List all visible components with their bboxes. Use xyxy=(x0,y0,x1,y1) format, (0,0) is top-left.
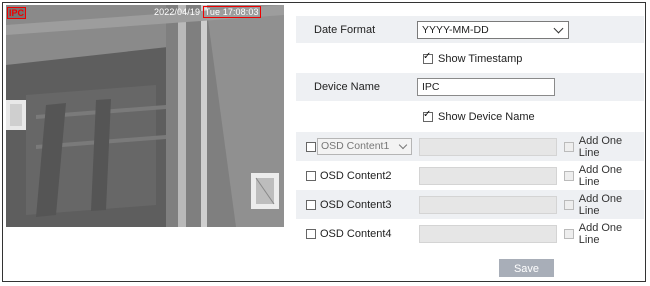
osd-content4-add-line: Add One Line xyxy=(564,222,644,246)
osd-content1-select[interactable]: OSD Content1 xyxy=(317,138,412,155)
osd-content2-row: OSD Content2 Add One Line xyxy=(296,161,644,190)
osd-content1-input xyxy=(419,137,557,156)
osd-content3-input xyxy=(419,195,557,214)
show-timestamp-control[interactable]: Show Timestamp xyxy=(423,51,523,65)
add-one-line-checkbox xyxy=(564,229,574,239)
add-one-line-label: Add One Line xyxy=(578,163,623,188)
osd-date: 2022/04/19 xyxy=(154,7,201,17)
add-one-line-checkbox xyxy=(564,199,574,210)
show-timestamp-label: Show Timestamp xyxy=(438,52,523,65)
add-one-line-label: Add One Line xyxy=(578,222,623,246)
show-device-name-row: Show Device Name xyxy=(296,103,644,131)
show-device-name-checkbox[interactable] xyxy=(423,109,433,122)
osd-content4-row: OSD Content4 Add One Line xyxy=(296,219,644,249)
osd-content4-input xyxy=(419,225,557,243)
osd-content2-label: OSD Content2 xyxy=(320,169,392,182)
save-button[interactable]: Save xyxy=(499,259,554,277)
osd-content2-checkbox[interactable] xyxy=(306,170,316,181)
add-one-line-checkbox xyxy=(564,141,574,152)
osd-content3-add-line: Add One Line xyxy=(564,193,644,217)
osd-content1-row: OSD Content1 Add One Line xyxy=(296,132,644,161)
date-format-row: Date Format YYYY-MM-DD xyxy=(296,16,644,43)
osd-content1-checkbox[interactable] xyxy=(306,141,316,152)
osd-content2-add-line: Add One Line xyxy=(564,164,644,188)
show-timestamp-checkbox[interactable] xyxy=(423,51,433,64)
show-device-name-control[interactable]: Show Device Name xyxy=(423,109,535,123)
osd-content1-label: OSD Content1 xyxy=(321,140,390,152)
osd-content4-checkbox[interactable] xyxy=(306,229,316,239)
osd-content3-label: OSD Content3 xyxy=(320,198,392,211)
chevron-down-icon xyxy=(553,23,564,33)
osd-time-box: Tue 17:08:03 xyxy=(202,6,261,18)
osd-device-name: IPC xyxy=(7,7,27,19)
device-name-row: Device Name IPC xyxy=(296,73,644,101)
show-timestamp-row: Show Timestamp xyxy=(296,45,644,72)
date-format-value: YYYY-MM-DD xyxy=(422,23,489,36)
osd-content2-input xyxy=(419,166,557,185)
osd-content1-add-line: Add One Line xyxy=(564,135,644,159)
osd-content3-row: OSD Content3 Add One Line xyxy=(296,190,644,219)
date-format-label: Date Format xyxy=(314,23,376,36)
osd-content3-checkbox[interactable] xyxy=(306,199,316,210)
device-name-input[interactable]: IPC xyxy=(417,78,555,96)
osd-timestamp: 2022/04/19 Tue 17:08:03 xyxy=(154,6,261,18)
chevron-down-icon xyxy=(398,140,408,150)
date-format-select[interactable]: YYYY-MM-DD xyxy=(417,20,569,39)
show-device-name-label: Show Device Name xyxy=(438,111,535,123)
add-one-line-checkbox xyxy=(564,170,574,181)
add-one-line-label: Add One Line xyxy=(578,134,623,159)
add-one-line-label: Add One Line xyxy=(578,192,623,217)
camera-preview: IPC 2022/04/19 Tue 17:08:03 xyxy=(6,5,284,227)
camera-image xyxy=(6,5,284,227)
device-name-label: Device Name xyxy=(314,81,381,93)
osd-content4-label: OSD Content4 xyxy=(320,228,392,240)
